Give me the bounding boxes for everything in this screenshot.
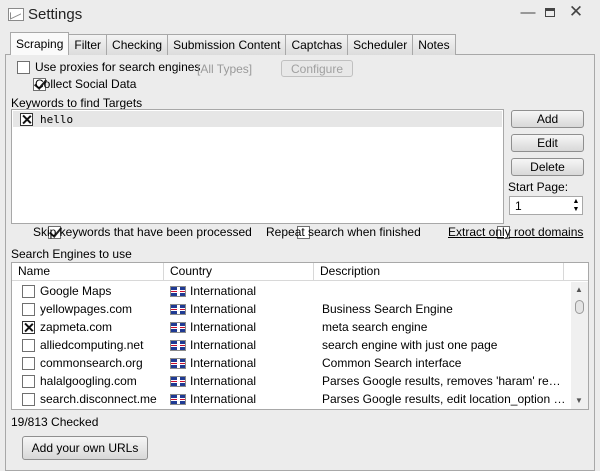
scroll-down-icon[interactable]: ▼ bbox=[575, 396, 583, 405]
engine-country: International bbox=[190, 320, 257, 334]
keyword-checkbox[interactable] bbox=[20, 113, 33, 126]
close-icon[interactable]: ✕ bbox=[566, 2, 586, 21]
engine-country: International bbox=[190, 338, 257, 352]
engine-checkbox[interactable] bbox=[22, 285, 35, 298]
table-row[interactable]: search.disconnect.me International Parses … bbox=[12, 390, 568, 408]
uk-flag-icon bbox=[170, 304, 186, 315]
engines-table[interactable]: Name Country Description Google Maps Inte… bbox=[11, 262, 589, 410]
engine-checkbox[interactable] bbox=[22, 375, 35, 388]
engines-scrollbar[interactable]: ▲ ▼ bbox=[571, 282, 588, 409]
column-header-name[interactable]: Name bbox=[12, 263, 164, 280]
table-row[interactable]: halalgoogling.com International Parses Goo… bbox=[12, 372, 568, 390]
table-row[interactable]: commonsearch.org International Common Sear… bbox=[12, 354, 568, 372]
repeat-search-label: Repeat search when finished bbox=[266, 225, 421, 239]
scroll-thumb[interactable] bbox=[575, 300, 584, 314]
extract-root-label[interactable]: Extract only root domains bbox=[448, 225, 583, 239]
checked-count: 19/813 Checked bbox=[11, 415, 99, 429]
window-title: Settings bbox=[28, 6, 83, 23]
engine-description: Parses Google results, edit location_opt… bbox=[322, 392, 566, 406]
engine-name: Google Maps bbox=[40, 284, 112, 298]
uk-flag-icon bbox=[170, 358, 186, 369]
uk-flag-icon bbox=[170, 340, 186, 351]
spin-down-icon[interactable]: ▼ bbox=[570, 206, 582, 214]
engines-title: Search Engines to use bbox=[11, 247, 132, 261]
proxy-types: [All Types] bbox=[197, 62, 253, 76]
engine-checkbox[interactable] bbox=[22, 393, 35, 406]
engine-description: search engine with just one page bbox=[322, 338, 498, 352]
configure-button[interactable]: Configure bbox=[281, 60, 353, 77]
tab-filter[interactable]: Filter bbox=[68, 34, 108, 55]
proxy-checkbox[interactable] bbox=[17, 61, 30, 74]
engine-checkbox[interactable] bbox=[22, 339, 35, 352]
tab-checking[interactable]: Checking bbox=[106, 34, 169, 55]
engine-description: Parses Google results, removes 'haram' r… bbox=[322, 374, 566, 388]
keywords-title: Keywords to find Targets bbox=[11, 96, 143, 110]
add-own-urls-button[interactable]: Add your own URLs bbox=[22, 436, 148, 460]
start-page-spinner[interactable]: 1 ▲ ▼ bbox=[509, 196, 583, 215]
list-item[interactable]: hello bbox=[13, 111, 502, 127]
engine-country: International bbox=[190, 356, 257, 370]
tab-captchas[interactable]: Captchas bbox=[285, 34, 349, 55]
minimize-icon[interactable]: — bbox=[518, 3, 538, 21]
spin-up-icon[interactable]: ▲ bbox=[570, 198, 582, 206]
engine-name: alliedcomputing.net bbox=[40, 338, 144, 352]
tab-strip: Scraping Filter Checking Submission Cont… bbox=[10, 32, 456, 55]
add-keyword-button[interactable]: Add bbox=[511, 110, 584, 128]
engine-checkbox[interactable] bbox=[22, 321, 35, 334]
skip-processed-label: Skip keywords that have been processed bbox=[33, 225, 252, 239]
tab-submission-content[interactable]: Submission Content bbox=[167, 34, 287, 55]
engines-header: Name Country Description bbox=[12, 263, 588, 281]
edit-keyword-button[interactable]: Edit bbox=[511, 134, 584, 152]
engine-checkbox[interactable] bbox=[22, 357, 35, 370]
uk-flag-icon bbox=[170, 394, 186, 405]
engines-rows: Google Maps International yellowpages.com I… bbox=[12, 282, 568, 409]
social-label: Collect Social Data bbox=[35, 77, 137, 91]
delete-keyword-button[interactable]: Delete bbox=[511, 158, 584, 176]
engine-description: meta search engine bbox=[322, 320, 428, 334]
engine-name: commonsearch.org bbox=[40, 356, 143, 370]
start-page-label: Start Page: bbox=[508, 180, 569, 194]
title-bar bbox=[0, 0, 600, 30]
tab-notes[interactable]: Notes bbox=[412, 34, 456, 55]
engine-checkbox[interactable] bbox=[22, 303, 35, 316]
uk-flag-icon bbox=[170, 322, 186, 333]
engine-country: International bbox=[190, 374, 257, 388]
column-header-country[interactable]: Country bbox=[164, 263, 314, 280]
table-row[interactable]: alliedcomputing.net International search e… bbox=[12, 336, 568, 354]
engine-name: halalgoogling.com bbox=[40, 374, 137, 388]
uk-flag-icon bbox=[170, 286, 186, 297]
proxy-label: Use proxies for search engines bbox=[35, 60, 201, 74]
engine-country: International bbox=[190, 392, 257, 406]
scroll-up-icon[interactable]: ▲ bbox=[575, 285, 583, 294]
engine-description: Business Search Engine bbox=[322, 302, 453, 316]
engine-name: zapmeta.com bbox=[40, 320, 113, 334]
engine-country: International bbox=[190, 284, 257, 298]
table-row[interactable]: Google Maps International bbox=[12, 282, 568, 300]
engine-country: International bbox=[190, 302, 257, 316]
envelope-icon bbox=[8, 8, 24, 21]
tab-scheduler[interactable]: Scheduler bbox=[347, 34, 414, 55]
maximize-icon[interactable] bbox=[540, 3, 560, 21]
uk-flag-icon bbox=[170, 376, 186, 387]
keywords-list[interactable]: hello bbox=[11, 109, 504, 224]
engine-name: yellowpages.com bbox=[40, 302, 133, 316]
start-page-value: 1 bbox=[515, 199, 522, 213]
engine-description bbox=[322, 282, 566, 300]
table-row[interactable]: yellowpages.com International Business Sea… bbox=[12, 300, 568, 318]
engine-description: Common Search interface bbox=[322, 356, 462, 370]
table-row[interactable]: zapmeta.com International meta search engi… bbox=[12, 318, 568, 336]
column-header-description[interactable]: Description bbox=[314, 263, 564, 280]
tab-scraping[interactable]: Scraping bbox=[10, 32, 70, 55]
keyword-text: hello bbox=[40, 113, 74, 126]
engine-name: search.disconnect.me bbox=[40, 392, 157, 406]
